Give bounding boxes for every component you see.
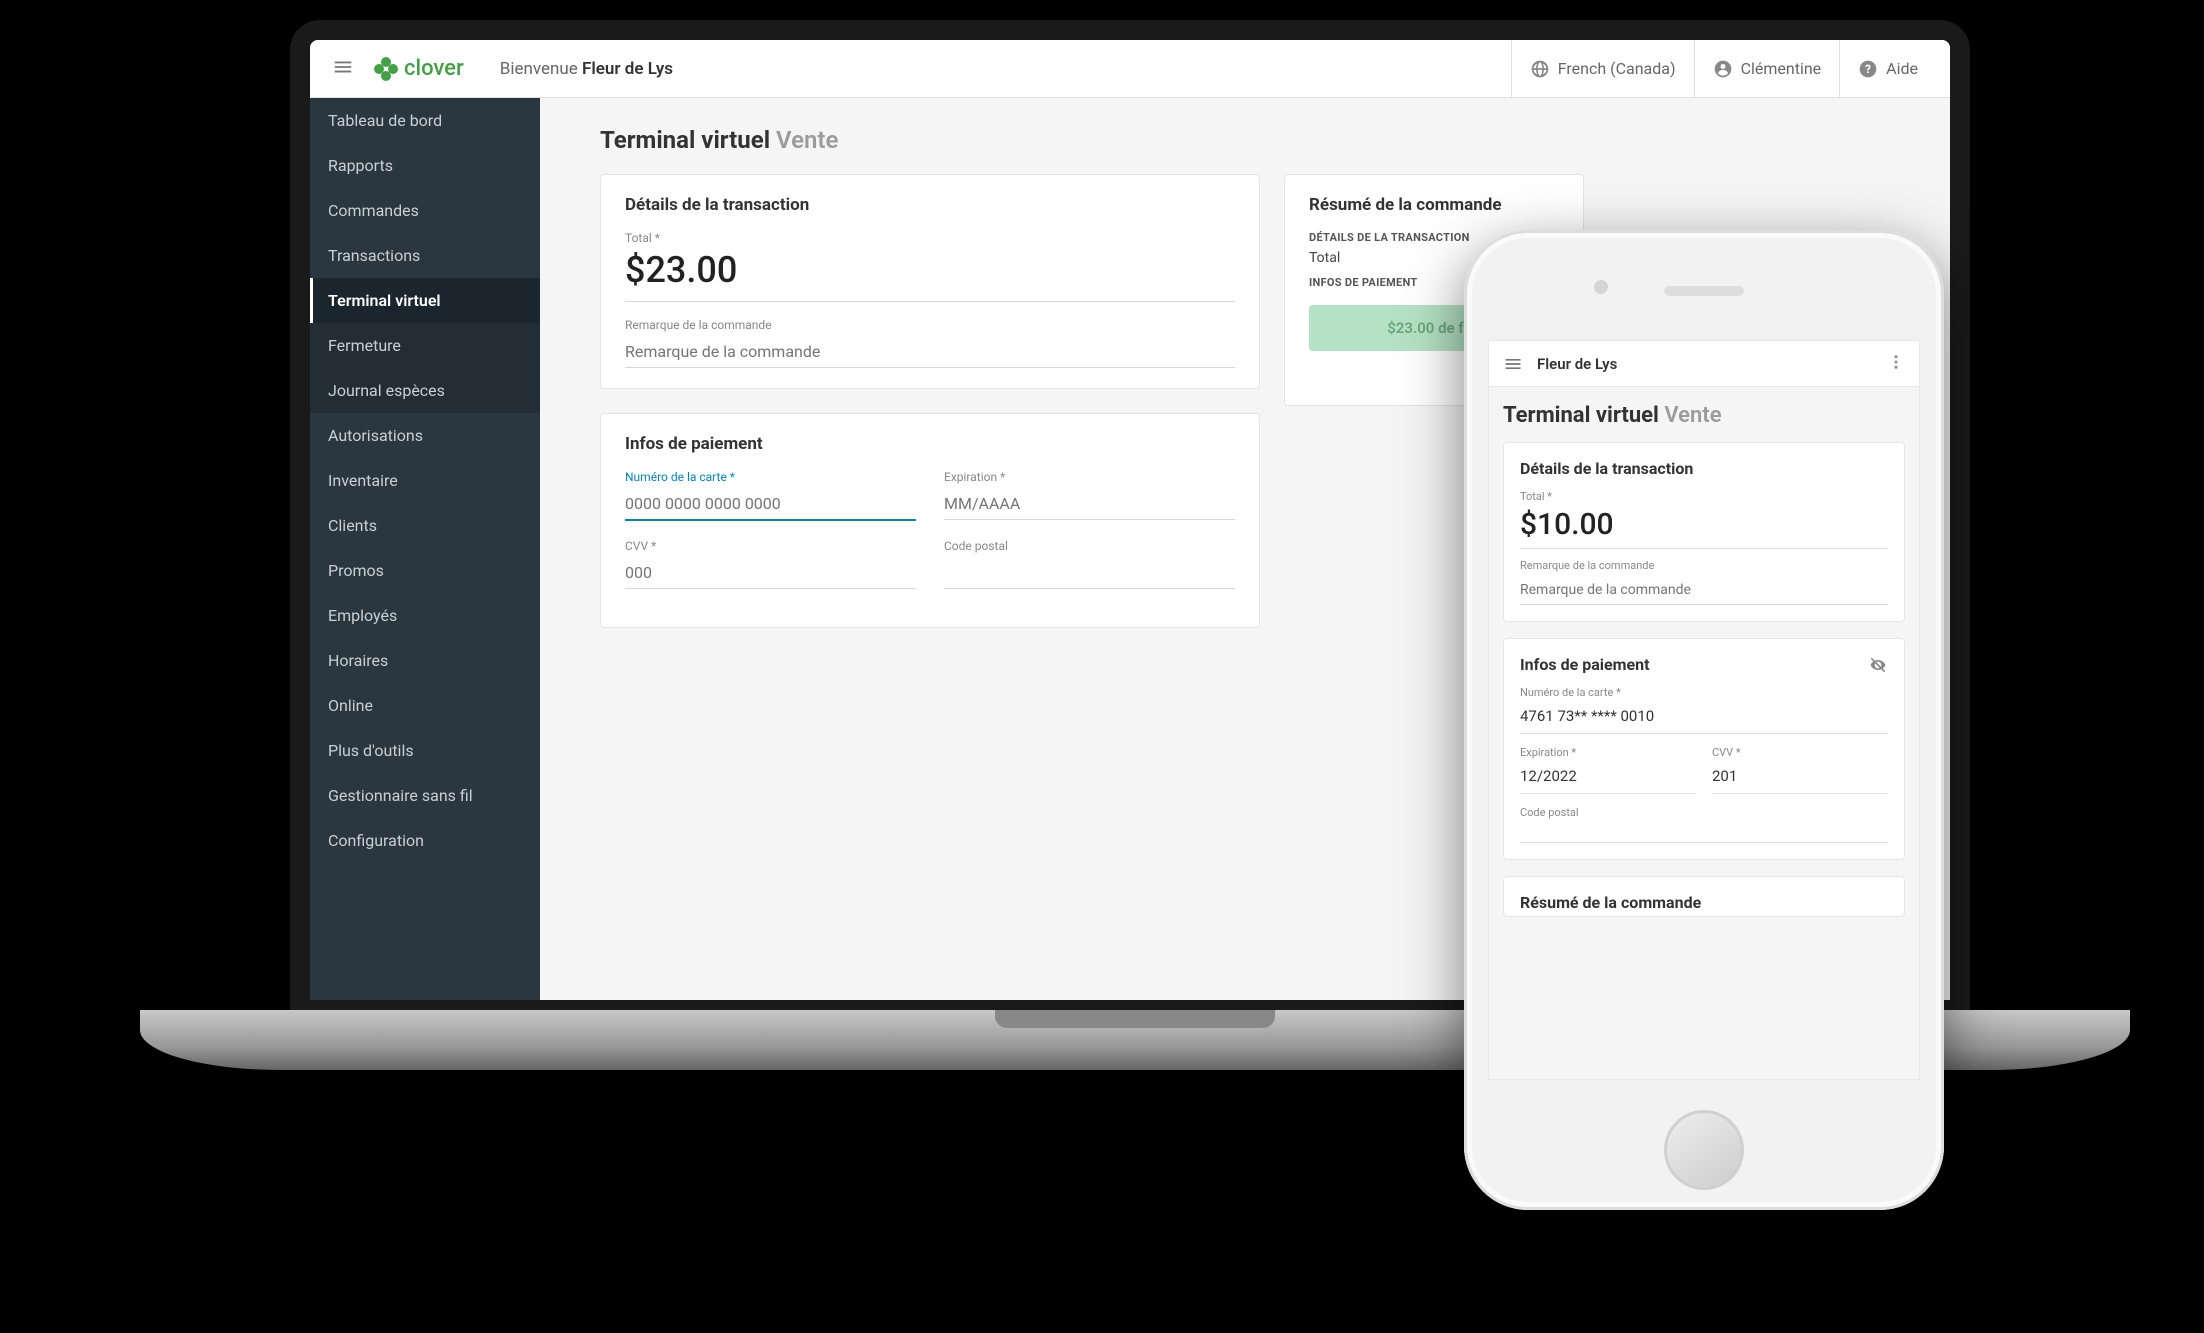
mobile-pay-title: Infos de paiement xyxy=(1520,655,1888,674)
mobile-cvv-input[interactable]: 201 xyxy=(1712,763,1888,794)
phone-screen: Fleur de Lys Terminal virtuel Vente Déta… xyxy=(1488,340,1920,1080)
help-button[interactable]: ? Aide xyxy=(1839,40,1936,98)
kebab-icon xyxy=(1887,353,1905,371)
mobile-total-value[interactable]: $10.00 xyxy=(1520,507,1888,549)
phone-speaker xyxy=(1664,286,1744,296)
sidebar-item-orders[interactable]: Commandes xyxy=(310,188,540,233)
mobile-expiry-label: Expiration xyxy=(1520,746,1696,759)
clover-icon xyxy=(374,57,398,81)
sidebar-item-dashboard[interactable]: Tableau de bord xyxy=(310,98,540,143)
sidebar-item-configuration[interactable]: Configuration xyxy=(310,818,540,863)
card-number-input[interactable] xyxy=(625,488,916,521)
visibility-toggle-icon[interactable] xyxy=(1868,655,1888,679)
mobile-expiry-input[interactable]: 12/2022 xyxy=(1520,763,1696,794)
expiry-input[interactable] xyxy=(944,488,1235,520)
payment-card-title: Infos de paiement xyxy=(625,434,1235,454)
transaction-card-title: Détails de la transaction xyxy=(625,195,1235,215)
total-value[interactable]: $23.00 xyxy=(625,249,1235,302)
mobile-card-number-label: Numéro de la carte xyxy=(1520,686,1888,699)
sidebar-item-customers[interactable]: Clients xyxy=(310,503,540,548)
sidebar-item-reports[interactable]: Rapports xyxy=(310,143,540,188)
welcome-prefix: Bienvenue xyxy=(500,59,582,79)
mobile-note-input[interactable] xyxy=(1520,576,1888,605)
payment-info-card: Infos de paiement Numéro de la carte Exp… xyxy=(600,413,1260,628)
language-selector[interactable]: French (Canada) xyxy=(1511,40,1694,98)
mobile-tx-title: Détails de la transaction xyxy=(1520,459,1888,478)
mobile-postal-input[interactable] xyxy=(1520,823,1888,843)
page-title: Terminal virtuel Vente xyxy=(600,126,1890,154)
merchant-name: Fleur de Lys xyxy=(582,59,673,79)
sidebar-item-virtual-terminal[interactable]: Terminal virtuel xyxy=(310,278,540,323)
more-menu-button[interactable] xyxy=(1887,352,1905,376)
brand-name: clover xyxy=(404,56,464,81)
mobile-title-sub: Vente xyxy=(1664,403,1721,428)
globe-icon xyxy=(1530,59,1550,79)
transaction-details-card: Détails de la transaction Total $23.00 R… xyxy=(600,174,1260,389)
sidebar-item-promos[interactable]: Promos xyxy=(310,548,540,593)
mobile-summary-title: Résumé de la commande xyxy=(1520,893,1888,912)
help-label: Aide xyxy=(1886,59,1918,78)
order-note-input[interactable] xyxy=(625,336,1235,368)
user-menu[interactable]: Clémentine xyxy=(1694,40,1840,98)
brand-logo[interactable]: clover xyxy=(374,56,464,81)
mobile-header: Fleur de Lys xyxy=(1489,341,1919,387)
total-label: Total xyxy=(625,231,1235,245)
svg-text:?: ? xyxy=(1865,62,1871,76)
mobile-cvv-label: CVV xyxy=(1712,746,1888,759)
mobile-merchant-name: Fleur de Lys xyxy=(1537,355,1873,373)
sidebar-item-employees[interactable]: Employés xyxy=(310,593,540,638)
mobile-page-title: Terminal virtuel Vente xyxy=(1503,403,1905,428)
welcome-text: Bienvenue Fleur de Lys xyxy=(500,59,673,79)
user-icon xyxy=(1713,59,1733,79)
mobile-payment-card: Infos de paiement Numéro de la carte 476… xyxy=(1503,638,1905,860)
postal-input[interactable] xyxy=(944,557,1235,589)
cvv-label: CVV xyxy=(625,539,916,553)
order-note-label: Remarque de la commande xyxy=(625,318,1235,332)
sidebar-item-wireless-manager[interactable]: Gestionnaire sans fil xyxy=(310,773,540,818)
hamburger-icon[interactable] xyxy=(1503,354,1523,374)
help-icon: ? xyxy=(1858,59,1878,79)
hamburger-menu-button[interactable] xyxy=(324,48,362,90)
page-title-sub: Vente xyxy=(776,126,838,154)
summary-card-title: Résumé de la commande xyxy=(1309,195,1559,215)
mobile-transaction-card: Détails de la transaction Total $10.00 R… xyxy=(1503,442,1905,622)
sidebar-item-inventory[interactable]: Inventaire xyxy=(310,458,540,503)
sidebar-nav: Tableau de bord Rapports Commandes Trans… xyxy=(310,98,540,1000)
mobile-postal-label: Code postal xyxy=(1520,806,1888,819)
phone-camera xyxy=(1594,280,1608,294)
cvv-input[interactable] xyxy=(625,557,916,589)
phone-frame: Fleur de Lys Terminal virtuel Vente Déta… xyxy=(1464,230,1944,1210)
mobile-card-number-input[interactable]: 4761 73** **** 0010 xyxy=(1520,703,1888,734)
sidebar-item-online[interactable]: Online xyxy=(310,683,540,728)
postal-label: Code postal xyxy=(944,539,1235,553)
sidebar-item-more-tools[interactable]: Plus d'outils xyxy=(310,728,540,773)
phone-home-button[interactable] xyxy=(1664,1110,1744,1190)
language-label: French (Canada) xyxy=(1558,59,1676,78)
mobile-total-label: Total xyxy=(1520,490,1888,503)
mobile-title-main: Terminal virtuel xyxy=(1503,403,1659,428)
expiry-label: Expiration xyxy=(944,470,1235,484)
page-title-main: Terminal virtuel xyxy=(600,126,770,154)
app-header: clover Bienvenue Fleur de Lys French (Ca… xyxy=(310,40,1950,98)
user-name: Clémentine xyxy=(1741,59,1822,78)
sidebar-item-authorizations[interactable]: Autorisations xyxy=(310,413,540,458)
mobile-note-label: Remarque de la commande xyxy=(1520,559,1888,572)
sidebar-item-transactions[interactable]: Transactions xyxy=(310,233,540,278)
sidebar-item-closeout[interactable]: Fermeture xyxy=(310,323,540,368)
hamburger-icon xyxy=(332,56,354,78)
sidebar-item-schedules[interactable]: Horaires xyxy=(310,638,540,683)
sidebar-item-cash-log[interactable]: Journal espèces xyxy=(310,368,540,413)
mobile-summary-card: Résumé de la commande xyxy=(1503,876,1905,917)
card-number-label: Numéro de la carte xyxy=(625,470,916,484)
